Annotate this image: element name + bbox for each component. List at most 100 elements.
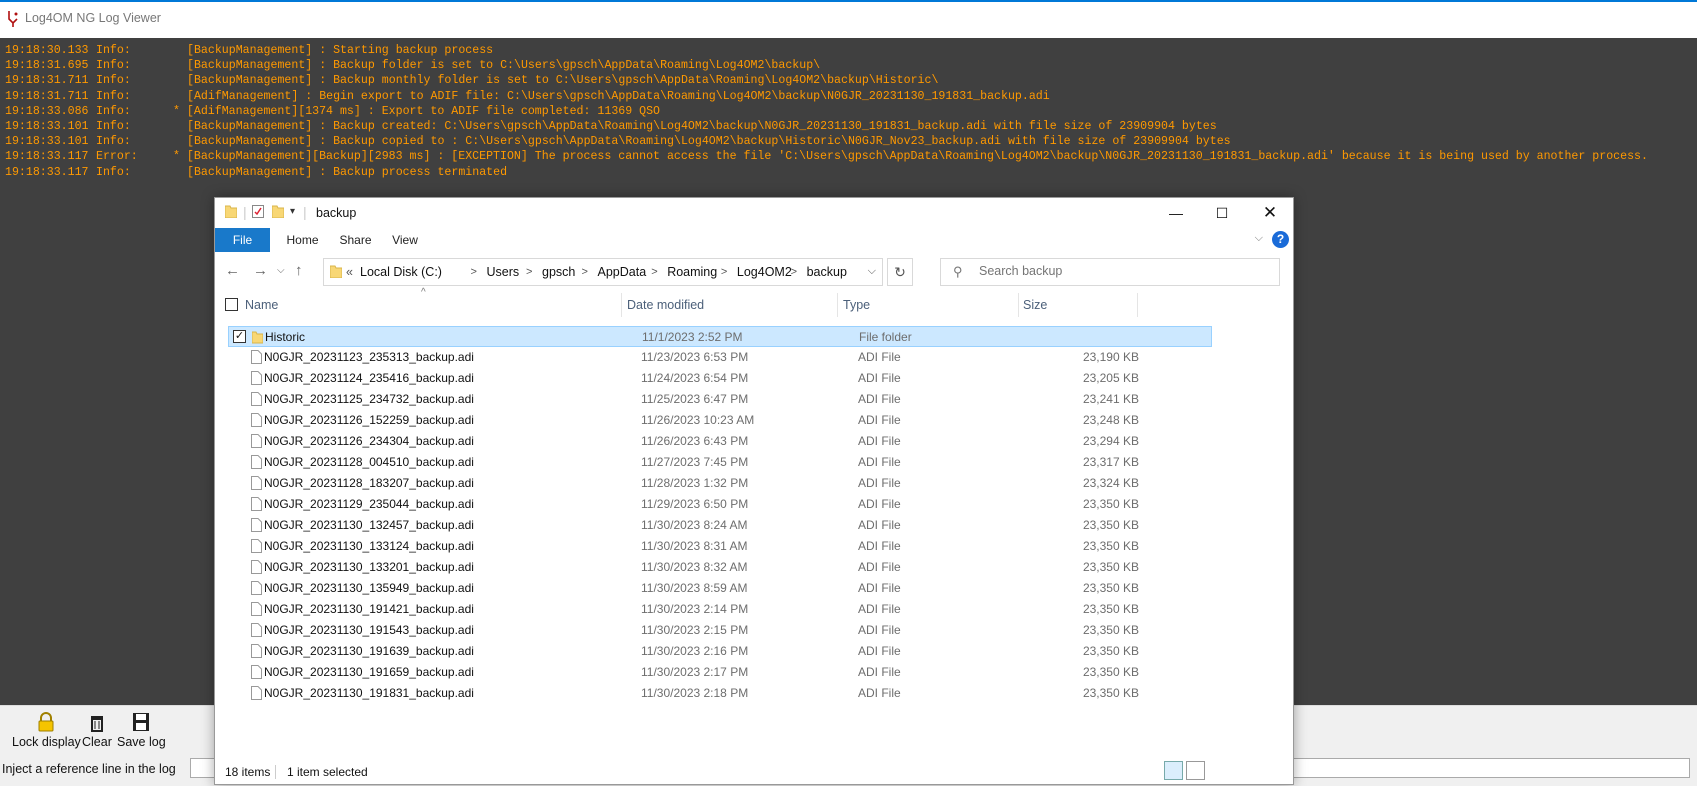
file-size: 23,205 KB <box>1082 371 1139 385</box>
file-icon <box>251 371 262 385</box>
file-row[interactable]: N0GJR_20231123_235313_backup.adi 11/23/20… <box>228 347 1212 368</box>
file-date-modified: 11/30/2023 8:59 AM <box>641 581 748 595</box>
breadcrumb-chevron-icon[interactable]: > <box>721 266 727 278</box>
up-arrow-icon[interactable]: ↑ <box>295 262 303 279</box>
file-row[interactable]: N0GJR_20231129_235044_backup.adi 11/29/20… <box>228 494 1212 515</box>
forward-arrow-icon[interactable]: → <box>253 262 268 279</box>
file-name: N0GJR_20231130_191421_backup.adi <box>264 602 474 616</box>
search-input[interactable] <box>977 263 1271 279</box>
properties-icon[interactable] <box>252 205 264 218</box>
column-name[interactable]: Name <box>245 298 278 312</box>
status-bar: 18 items 1 item selected <box>215 761 1293 785</box>
column-size[interactable]: Size <box>1023 298 1047 312</box>
address-dropdown-icon[interactable]: ⌵ <box>868 265 876 278</box>
file-row[interactable]: N0GJR_20231130_191659_backup.adi 11/30/20… <box>228 662 1212 683</box>
file-type: ADI File <box>858 560 901 574</box>
ribbon-tabs: File Home Share View ⌵ ? <box>215 228 1293 252</box>
sort-ascending-icon: ^ <box>421 287 426 298</box>
file-row[interactable]: N0GJR_20231126_234304_backup.adi 11/26/20… <box>228 431 1212 452</box>
back-arrow-icon[interactable]: ← <box>225 262 240 279</box>
folder-icon <box>330 265 342 278</box>
refresh-icon[interactable]: ↻ <box>887 258 913 286</box>
file-size: 23,248 KB <box>1082 413 1139 427</box>
file-date-modified: 11/30/2023 2:16 PM <box>641 644 749 658</box>
file-date-modified: 11/30/2023 2:14 PM <box>641 602 749 616</box>
file-name: N0GJR_20231125_234732_backup.adi <box>264 392 474 406</box>
breadcrumb-item[interactable]: AppData <box>598 265 647 279</box>
file-row[interactable]: N0GJR_20231128_004510_backup.adi 11/27/20… <box>228 452 1212 473</box>
file-row[interactable]: N0GJR_20231124_235416_backup.adi 11/24/20… <box>228 368 1212 389</box>
file-name: N0GJR_20231130_132457_backup.adi <box>264 518 474 532</box>
file-type: ADI File <box>858 686 901 700</box>
large-icons-view-icon[interactable] <box>1186 761 1205 780</box>
breadcrumb-chevron-icon[interactable]: > <box>526 266 532 278</box>
breadcrumb-item[interactable]: Log4OM2 <box>737 265 792 279</box>
address-bar[interactable]: « ⌵ Local Disk (C:) > Users > gpsch > AppData >… <box>323 258 883 286</box>
file-row[interactable]: N0GJR_20231130_191639_backup.adi 11/30/20… <box>228 641 1212 662</box>
file-icon <box>251 602 262 616</box>
breadcrumb-chevron-icon[interactable]: > <box>471 266 477 278</box>
maximize-button[interactable]: ☐ <box>1199 198 1245 228</box>
quick-access-dropdown-icon[interactable]: ▾ <box>290 206 295 217</box>
help-icon[interactable]: ? <box>1272 231 1289 248</box>
title-separator: | <box>243 204 247 220</box>
file-row[interactable]: N0GJR_20231125_234732_backup.adi 11/25/20… <box>228 389 1212 410</box>
clear-button[interactable]: Clear <box>82 712 112 749</box>
log-time: 19:18:33.101 <box>5 135 89 149</box>
file-row[interactable]: N0GJR_20231130_132457_backup.adi 11/30/20… <box>228 515 1212 536</box>
breadcrumb-item[interactable]: gpsch <box>542 265 575 279</box>
file-type: ADI File <box>858 434 901 448</box>
file-type: ADI File <box>858 392 901 406</box>
select-all-checkbox[interactable] <box>225 298 238 311</box>
file-row[interactable]: N0GJR_20231130_133124_backup.adi 11/30/20… <box>228 536 1212 557</box>
breadcrumb-item[interactable]: Local Disk (C:) <box>360 265 442 279</box>
details-view-icon[interactable] <box>1164 761 1183 780</box>
lock-display-label: Lock display <box>12 735 81 749</box>
file-icon <box>251 455 262 469</box>
new-folder-icon[interactable] <box>272 205 284 218</box>
breadcrumb-chevron-icon[interactable]: > <box>651 266 657 278</box>
file-size: 23,350 KB <box>1082 644 1139 658</box>
column-type[interactable]: Type <box>843 298 870 312</box>
file-row[interactable]: N0GJR_20231130_191831_backup.adi 11/30/20… <box>228 683 1212 704</box>
file-type: ADI File <box>858 623 901 637</box>
file-name: N0GJR_20231126_152259_backup.adi <box>264 413 474 427</box>
log-msg: [BackupManagement] : Backup copied to : … <box>187 135 1231 149</box>
breadcrumb-chevron-icon[interactable]: > <box>791 266 797 278</box>
file-row[interactable]: N0GJR_20231126_152259_backup.adi 11/26/20… <box>228 410 1212 431</box>
tab-share[interactable]: Share <box>333 228 378 252</box>
file-size: 23,350 KB <box>1082 686 1139 700</box>
save-log-button[interactable]: Save log <box>117 712 166 749</box>
minimize-button[interactable]: — <box>1153 198 1199 228</box>
column-divider[interactable] <box>1018 293 1019 317</box>
log-level: Info: <box>96 44 131 57</box>
column-divider[interactable] <box>1137 293 1138 317</box>
close-button[interactable]: ✕ <box>1247 198 1293 228</box>
search-box[interactable]: ⚲ <box>940 258 1280 286</box>
expand-ribbon-icon[interactable]: ⌵ <box>1255 232 1263 245</box>
tab-file[interactable]: File <box>215 228 270 252</box>
folder-row[interactable]: ✓ Historic 11/1/2023 2:52 PM File folder <box>228 326 1212 347</box>
tab-home[interactable]: Home <box>280 228 325 252</box>
recent-locations-icon[interactable]: ⌵ <box>277 265 285 276</box>
breadcrumb-chevron-icon[interactable]: > <box>582 266 588 278</box>
file-row[interactable]: N0GJR_20231130_135949_backup.adi 11/30/20… <box>228 578 1212 599</box>
breadcrumb-item[interactable]: Users <box>487 265 520 279</box>
tab-view[interactable]: View <box>385 228 425 252</box>
column-divider[interactable] <box>621 293 622 317</box>
lock-display-button[interactable]: Lock display <box>12 712 81 749</box>
file-row[interactable]: N0GJR_20231130_191543_backup.adi 11/30/20… <box>228 620 1212 641</box>
breadcrumb-item[interactable]: backup <box>807 265 847 279</box>
file-row[interactable]: N0GJR_20231130_133201_backup.adi 11/30/20… <box>228 557 1212 578</box>
trash-icon <box>90 716 103 732</box>
file-date-modified: 11/24/2023 6:54 PM <box>641 371 749 385</box>
breadcrumb-item[interactable]: Roaming <box>667 265 717 279</box>
file-row[interactable]: N0GJR_20231128_183207_backup.adi 11/28/20… <box>228 473 1212 494</box>
file-row[interactable]: N0GJR_20231130_191421_backup.adi 11/30/20… <box>228 599 1212 620</box>
column-date-modified[interactable]: Date modified <box>627 298 704 312</box>
breadcrumb-overflow[interactable]: « <box>346 265 353 279</box>
row-checkbox[interactable]: ✓ <box>233 330 246 343</box>
file-type: ADI File <box>858 518 901 532</box>
column-divider[interactable] <box>837 293 838 317</box>
file-type: ADI File <box>858 497 901 511</box>
